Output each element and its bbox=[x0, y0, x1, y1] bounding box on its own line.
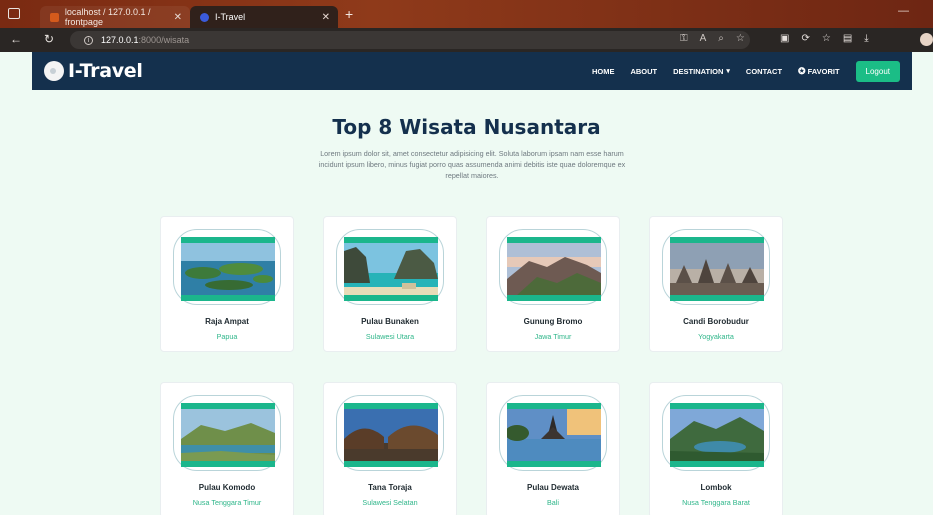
destination-name: Raja Ampat bbox=[205, 317, 249, 326]
candi-borobudur-photo bbox=[670, 243, 764, 295]
destination-name: Pulau Dewata bbox=[526, 483, 579, 492]
tab-label: localhost / 127.0.0.1 / frontpage bbox=[64, 7, 151, 27]
nav-contact-link[interactable]: CONTACT bbox=[746, 67, 782, 76]
collections-icon[interactable]: ▤ bbox=[843, 33, 852, 44]
downloads-icon[interactable]: ⤓ bbox=[864, 33, 868, 44]
pulau-bunaken-photo bbox=[344, 243, 438, 295]
gunung-bromo-photo bbox=[507, 243, 601, 295]
destination-card-tana-toraja[interactable]: Tana Toraja Sulawesi Selatan bbox=[323, 382, 457, 515]
destination-card-raja-ampat[interactable]: Raja Ampat Papua bbox=[160, 216, 294, 352]
reload-icon[interactable]: ↻ bbox=[44, 32, 54, 46]
destination-location: Yogyakarta bbox=[698, 332, 734, 341]
close-tab-icon[interactable]: ✕ bbox=[174, 12, 182, 23]
destination-location: Sulawesi Selatan bbox=[362, 498, 418, 507]
pulau-komodo-photo bbox=[181, 409, 275, 461]
destination-location: Sulawesi Utara bbox=[365, 332, 415, 341]
logo-circle-icon bbox=[44, 61, 64, 81]
password-key-icon[interactable]: ⚿ bbox=[680, 33, 688, 44]
nav-about-label: ABOUT bbox=[630, 66, 658, 76]
destination-name: Tana Toraja bbox=[368, 483, 412, 492]
tab-label: I-Travel bbox=[215, 12, 246, 22]
browser-tab-bar: localhost / 127.0.0.1 / frontpage ✕ I-Tr… bbox=[0, 0, 933, 28]
destination-location: Nusa Tenggara Barat bbox=[682, 498, 750, 507]
destination-card-pulau-komodo[interactable]: Pulau Komodo Nusa Tenggara Timur bbox=[160, 382, 294, 515]
section-title: Top 8 Wisata Nusantara bbox=[332, 115, 601, 139]
nav-home-link[interactable]: HOME bbox=[592, 67, 615, 76]
nav-about-link[interactable]: ABOUT bbox=[630, 67, 657, 76]
destination-location: Bali bbox=[547, 498, 559, 507]
browser-address-bar: ← ↻ i 127.0.0.1 :8000/wisata ⚿ A ⌕ ☆ ▣ ⟳… bbox=[0, 28, 933, 52]
tana-toraja-photo bbox=[344, 409, 438, 461]
destination-name: Lombok bbox=[700, 483, 732, 492]
destination-name: Pulau Bunaken bbox=[361, 317, 419, 326]
nav-destination-label: DESTINATION bbox=[673, 66, 724, 76]
pulau-dewata-photo bbox=[507, 409, 601, 461]
chevron-down-icon: ▾ bbox=[726, 68, 730, 75]
new-tab-icon[interactable]: + bbox=[345, 6, 353, 22]
lombok-photo bbox=[670, 409, 764, 461]
logo-text: I-Travel bbox=[68, 60, 143, 82]
destination-location: Nusa Tenggara Timur bbox=[192, 498, 262, 507]
nav-contact-label: CONTACT bbox=[745, 66, 783, 76]
extensions-icon[interactable]: ⟳ bbox=[801, 33, 809, 44]
address-bar-tools: ⚿ A ⌕ ☆ bbox=[680, 33, 745, 44]
nav-destination-dropdown[interactable]: DESTINATION ▾ bbox=[673, 67, 730, 76]
back-arrow-icon[interactable]: ← bbox=[10, 32, 22, 46]
nav-home-label: HOME bbox=[591, 66, 615, 76]
split-screen-icon[interactable]: ▣ bbox=[780, 33, 789, 44]
site-info-icon[interactable]: i bbox=[84, 35, 93, 45]
browser-toolbar-right: ▣ ⟳ ☆ ▤ ⤓ bbox=[780, 33, 869, 44]
zoom-icon[interactable]: ⌕ bbox=[718, 33, 724, 44]
profile-avatar[interactable] bbox=[920, 33, 933, 46]
itravel-favicon-icon bbox=[200, 12, 209, 22]
close-tab-icon[interactable]: ✕ bbox=[322, 12, 330, 23]
gear-badge-icon: ✪ bbox=[798, 65, 806, 76]
destination-name: Pulau Komodo bbox=[198, 483, 256, 492]
favorite-star-icon[interactable]: ☆ bbox=[736, 33, 745, 44]
phpmyadmin-favicon-icon bbox=[50, 12, 59, 22]
raja-ampat-photo bbox=[181, 243, 275, 295]
browser-tab-phpmyadmin[interactable]: localhost / 127.0.0.1 / frontpage ✕ bbox=[40, 6, 190, 28]
site-logo[interactable]: I-Travel bbox=[44, 60, 143, 82]
read-aloud-icon[interactable]: A bbox=[700, 33, 707, 44]
destination-name: Candi Borobudur bbox=[683, 317, 749, 326]
minimize-window-icon[interactable]: — bbox=[898, 5, 909, 17]
destination-location: Jawa Timur bbox=[534, 332, 572, 341]
browser-tab-itravel[interactable]: I-Travel ✕ bbox=[190, 6, 338, 28]
favorites-icon[interactable]: ☆ bbox=[822, 33, 831, 44]
nav-favorit-link[interactable]: ✪ FAVORIT bbox=[798, 66, 840, 77]
nav-favorit-label: FAVORIT bbox=[807, 66, 840, 76]
destination-card-lombok[interactable]: Lombok Nusa Tenggara Barat bbox=[649, 382, 783, 515]
logout-button[interactable]: Logout bbox=[855, 60, 900, 82]
url-path: :8000/wisata bbox=[138, 35, 190, 45]
destination-name: Gunung Bromo bbox=[523, 317, 583, 326]
destination-card-pulau-dewata[interactable]: Pulau Dewata Bali bbox=[486, 382, 620, 515]
window-menu-icon[interactable] bbox=[8, 8, 20, 19]
destination-card-pulau-bunaken[interactable]: Pulau Bunaken Sulawesi Utara bbox=[323, 216, 457, 352]
url-host: 127.0.0.1 bbox=[101, 35, 139, 45]
nav-menu: HOME ABOUT DESTINATION ▾ CONTACT ✪ FAVORIT… bbox=[576, 52, 900, 90]
url-field[interactable]: i 127.0.0.1 :8000/wisata bbox=[70, 31, 750, 49]
site-navbar: I-Travel HOME ABOUT DESTINATION ▾ CONTACT… bbox=[32, 52, 912, 90]
section-description: Lorem ipsum dolor sit, amet consectetur … bbox=[318, 149, 626, 180]
destination-location: Papua bbox=[216, 332, 238, 341]
destination-card-candi-borobudur[interactable]: Candi Borobudur Yogyakarta bbox=[649, 216, 783, 352]
destination-card-gunung-bromo[interactable]: Gunung Bromo Jawa Timur bbox=[486, 216, 620, 352]
